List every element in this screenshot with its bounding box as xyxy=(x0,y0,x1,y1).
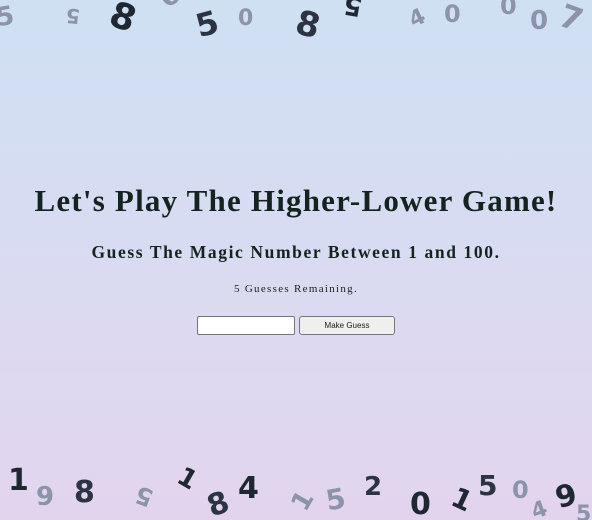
decorative-digit: 6 xyxy=(153,0,186,15)
decorative-digit: 5 xyxy=(341,0,365,22)
decorative-digit: 4 xyxy=(238,471,259,506)
decorative-digit: 5 xyxy=(478,469,498,502)
game-title: Let's Play The Higher-Lower Game! xyxy=(34,183,558,218)
decorative-digit: 5 xyxy=(576,502,592,520)
decorative-digit: 2 xyxy=(364,472,383,502)
decorative-digit: 4 xyxy=(528,496,551,520)
decorative-digit: 4 xyxy=(405,3,430,34)
decorative-digit: 0 xyxy=(238,6,254,31)
decorative-digit: 0 xyxy=(512,476,529,504)
decorative-digits-bottom: 1 9 8 5 1 8 4 1 5 2 0 1 5 0 4 9 5 xyxy=(0,460,592,520)
decorative-digit: 9 xyxy=(551,476,581,517)
decorative-digit: 8 xyxy=(103,0,142,42)
decorative-digit: 7 xyxy=(554,0,589,40)
decorative-digit: 0 xyxy=(530,6,549,36)
decorative-digit: 8 xyxy=(291,2,325,48)
decorative-digit: 8 xyxy=(202,484,235,520)
decorative-digit: 5 xyxy=(64,3,81,29)
decorative-digit: 9 xyxy=(36,482,55,512)
decorative-digit: 5 xyxy=(131,479,157,513)
decorative-digit: 0 xyxy=(444,0,461,28)
decorative-digit: 1 xyxy=(285,485,321,517)
guesses-remaining-label: Guesses Remaining. xyxy=(244,283,359,295)
decorative-digit: 8 xyxy=(74,475,95,510)
decorative-digits-top: 5 5 8 6 5 0 8 5 4 0 0 0 7 xyxy=(0,0,592,48)
guesses-remaining: 5 Guesses Remaining. xyxy=(0,281,592,297)
decorative-digit: 5 xyxy=(0,0,17,34)
decorative-digit: 0 xyxy=(500,0,517,20)
decorative-digit: 5 xyxy=(323,481,349,518)
guesses-remaining-count: 5 xyxy=(233,283,241,295)
guess-input[interactable] xyxy=(197,316,295,335)
decorative-digit: 1 xyxy=(446,480,478,519)
decorative-digit: 5 xyxy=(191,2,223,46)
make-guess-button[interactable]: Make Guess xyxy=(299,316,395,335)
game-instructions: Guess The Magic Number Between 1 and 100… xyxy=(91,242,501,262)
game-panel: Let's Play The Higher-Lower Game! Guess … xyxy=(0,182,592,335)
decorative-digit: 0 xyxy=(410,487,431,520)
decorative-digit: 1 xyxy=(171,461,203,497)
guess-controls: Make Guess xyxy=(0,316,592,335)
decorative-digit: 1 xyxy=(8,463,29,498)
